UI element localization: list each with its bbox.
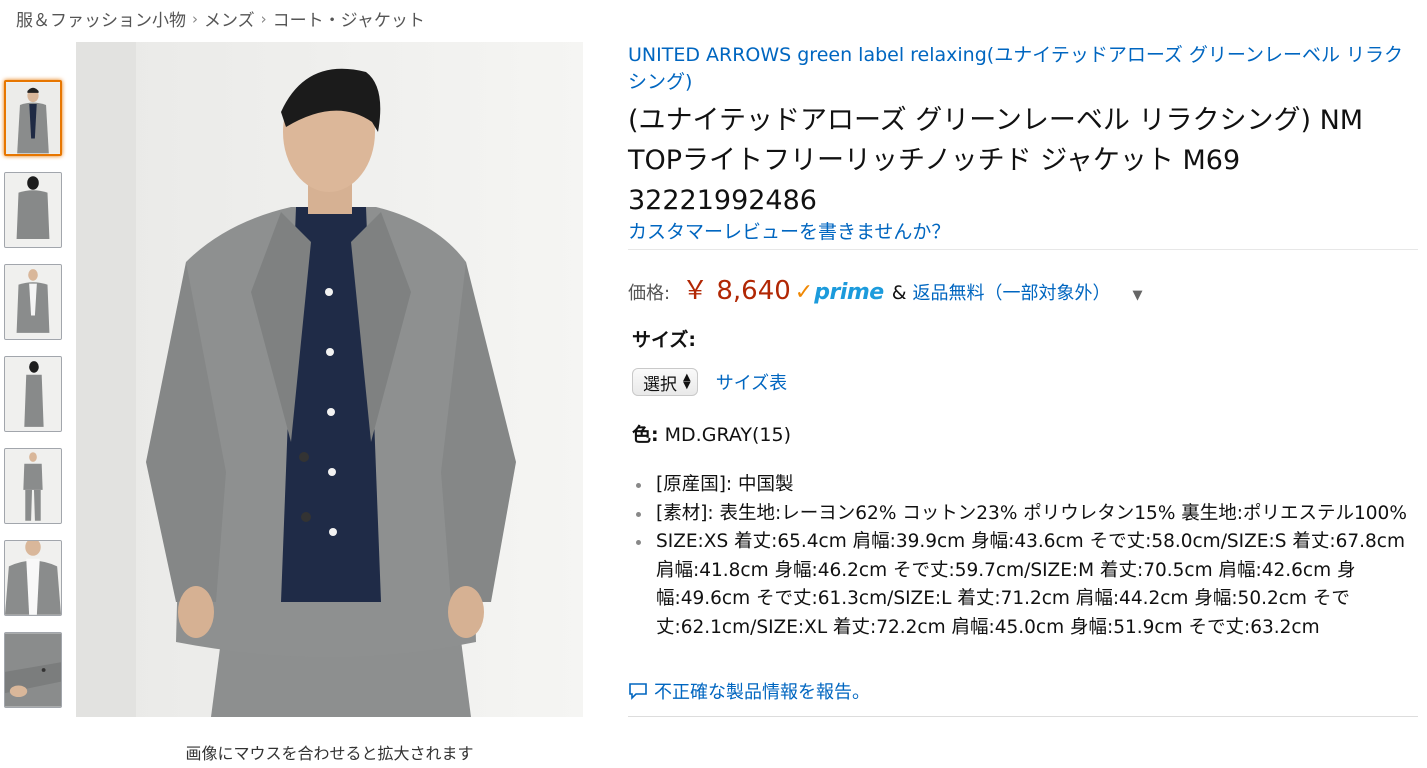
breadcrumb-item-mens[interactable]: メンズ bbox=[204, 6, 255, 31]
prime-wordmark: prime bbox=[814, 280, 884, 305]
ampersand: & bbox=[891, 282, 907, 304]
price-label: 価格: bbox=[628, 283, 671, 304]
thumbnail-2[interactable] bbox=[4, 172, 62, 248]
report-link-text: 不正確な製品情報を報告。 bbox=[654, 682, 870, 703]
thumbnail-1[interactable] bbox=[4, 80, 62, 156]
thumbnail-3[interactable] bbox=[4, 264, 62, 340]
size-dropdown-value: 選択 bbox=[643, 374, 677, 395]
bullet-sizes: SIZE:XS 着丈:65.4cm 肩幅:39.9cm 身幅:43.6cm そで… bbox=[636, 528, 1416, 642]
color-value: MD.GRAY(15) bbox=[664, 424, 792, 446]
thumbnail-6[interactable] bbox=[4, 540, 62, 616]
thumbnail-strip bbox=[4, 80, 66, 724]
breadcrumb-item-coats-jackets[interactable]: コート・ジャケット bbox=[273, 6, 425, 31]
zoom-hint: 画像にマウスを合わせると拡大されます bbox=[185, 744, 474, 763]
product-details: UNITED ARROWS green label relaxing(ユナイテッ… bbox=[628, 42, 1418, 717]
jacket-front-image bbox=[6, 82, 60, 154]
product-title: (ユナイテッドアローズ グリーンレーベル リラクシング) NM TOPライトフリ… bbox=[628, 105, 1364, 216]
select-arrows-icon: ▲ ▼ bbox=[683, 372, 691, 391]
prime-check-icon: ✓ bbox=[794, 280, 814, 305]
main-product-image[interactable] bbox=[76, 42, 583, 717]
model-wearing-jacket-image bbox=[76, 42, 583, 717]
divider bbox=[628, 716, 1418, 717]
size-row: 選択 ▲ ▼ サイズ表 bbox=[632, 368, 1418, 396]
jacket-side-image bbox=[5, 357, 61, 431]
speech-bubble-icon bbox=[629, 683, 647, 700]
breadcrumb-separator: › bbox=[192, 9, 198, 28]
price-row: 価格: ￥ 8,640 ✓ prime & 返品無料（一部対象外） ▼ bbox=[628, 270, 1418, 307]
thumbnail-7[interactable] bbox=[4, 632, 62, 708]
full-body-image bbox=[5, 449, 61, 523]
sleeve-detail-image bbox=[5, 633, 61, 707]
color-label: 色: bbox=[632, 424, 659, 446]
breadcrumb-item-fashion[interactable]: 服＆ファッション小物 bbox=[16, 6, 186, 31]
breadcrumb-separator: › bbox=[260, 9, 267, 28]
bullet-material: [素材]: 表生地:レーヨン62% コットン23% ポリウレタン15% 裏生地:… bbox=[636, 500, 1416, 529]
size-label: サイズ: bbox=[632, 329, 697, 351]
size-chart-link[interactable]: サイズ表 bbox=[716, 369, 787, 395]
thumbnail-4[interactable] bbox=[4, 356, 62, 432]
feature-bullets: [原産国]: 中国製 [素材]: 表生地:レーヨン62% コットン23% ポリウ… bbox=[628, 471, 1416, 642]
bullet-origin: [原産国]: 中国製 bbox=[636, 471, 1416, 500]
thumbnail-5[interactable] bbox=[4, 448, 62, 524]
divider bbox=[628, 249, 1418, 250]
free-returns-link[interactable]: 返品無料（一部対象外） bbox=[913, 279, 1111, 305]
breadcrumb: 服＆ファッション小物 › メンズ › コート・ジャケット bbox=[16, 6, 425, 32]
price-value: ￥ 8,640 bbox=[682, 276, 791, 306]
prime-logo: ✓ prime bbox=[795, 280, 884, 305]
jacket-back-image bbox=[5, 173, 61, 247]
brand-link[interactable]: UNITED ARROWS green label relaxing(ユナイテッ… bbox=[628, 42, 1418, 96]
write-review-link[interactable]: カスタマーレビューを書きませんか？ bbox=[628, 219, 1418, 245]
chevron-down-icon[interactable]: ▼ bbox=[1133, 288, 1143, 303]
size-dropdown[interactable]: 選択 ▲ ▼ bbox=[632, 368, 698, 396]
color-row: 色: MD.GRAY(15) bbox=[632, 420, 1418, 447]
jacket-open-image bbox=[5, 265, 61, 339]
report-incorrect-info-link[interactable]: 不正確な製品情報を報告。 bbox=[628, 678, 1418, 704]
collar-detail-image bbox=[5, 541, 61, 615]
